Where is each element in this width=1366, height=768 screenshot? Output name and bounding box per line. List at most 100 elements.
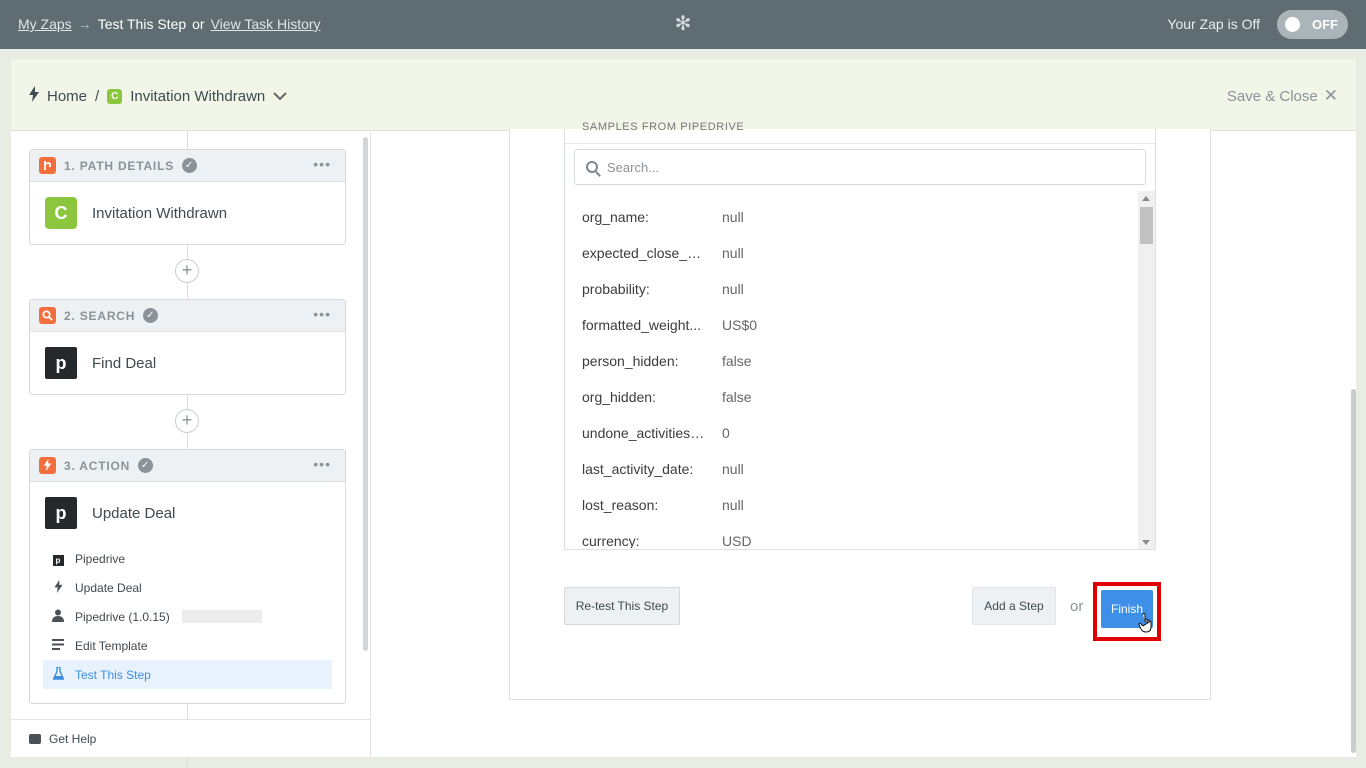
step-number-label: 2. SEARCH: [64, 308, 136, 323]
get-help-button[interactable]: Get Help: [11, 719, 370, 757]
samples-scrollbar[interactable]: [1138, 191, 1155, 549]
field-value: false: [722, 389, 752, 405]
save-close-label: Save & Close: [1226, 87, 1318, 105]
subitem-test-this-step[interactable]: Test This Step: [43, 660, 332, 689]
zap-on-off-toggle[interactable]: OFF: [1277, 10, 1348, 39]
home-link[interactable]: Home: [47, 88, 87, 105]
save-close-button[interactable]: Save & Close ✕: [1227, 86, 1338, 106]
field-key: lost_reason:: [582, 497, 659, 513]
editor-card: Home / C Invitation Withdrawn Save & Clo…: [11, 59, 1356, 768]
path-icon: [39, 157, 56, 174]
step-subitems: p Pipedrive Update Deal Pipedrive (1.0.1…: [30, 544, 345, 703]
add-step-button[interactable]: Add a Step: [972, 587, 1056, 625]
step-card-action[interactable]: 3. ACTION ✓ ••• p Update Deal p Pipedriv…: [29, 449, 346, 704]
sample-row: person_hidden: false: [565, 343, 1138, 379]
zap-name[interactable]: Invitation Withdrawn: [130, 88, 265, 105]
step-number-label: 3. ACTION: [64, 458, 131, 473]
add-step-plus-icon[interactable]: +: [175, 259, 199, 283]
sample-row: undone_activities_... 0: [565, 415, 1138, 451]
field-value: null: [722, 245, 744, 261]
top-breadcrumb: My Zaps → Test This Step or View Task Hi…: [18, 16, 321, 32]
scroll-thumb[interactable]: [1140, 207, 1153, 244]
subitem-edit-template[interactable]: Edit Template: [43, 631, 332, 660]
scroll-down-arrow-icon[interactable]: [1142, 540, 1150, 545]
my-zaps-link[interactable]: My Zaps: [18, 16, 72, 32]
app-c-icon: C: [107, 89, 123, 104]
step-card-search[interactable]: 2. SEARCH ✓ ••• p Find Deal: [29, 299, 346, 395]
sidebar-scrollbar[interactable]: [363, 137, 368, 651]
pipedrive-icon: p: [45, 347, 77, 379]
retest-step-button[interactable]: Re-test This Step: [564, 587, 680, 625]
step-body: p Find Deal: [30, 332, 345, 394]
field-value: null: [722, 209, 744, 225]
sample-row: org_name: null: [565, 199, 1138, 235]
field-key: last_activity_date:: [582, 461, 694, 477]
add-step-plus-icon[interactable]: +: [175, 409, 199, 433]
field-key: expected_close_da...: [582, 245, 705, 261]
person-icon: [51, 609, 65, 625]
sample-row: formatted_weight... US$0: [565, 307, 1138, 343]
bolt-icon: [51, 579, 65, 596]
pipedrive-icon: p: [51, 552, 65, 566]
breadcrumb-separator: /: [95, 88, 100, 105]
step-header: 1. PATH DETAILS ✓: [30, 150, 345, 182]
bolt-icon: [29, 86, 39, 107]
check-icon: ✓: [138, 458, 154, 473]
hand-cursor-icon: [1138, 612, 1154, 638]
field-key: currency:: [582, 533, 640, 548]
chevron-down-icon[interactable]: [273, 90, 287, 104]
field-key: formatted_weight...: [582, 317, 702, 333]
field-value: null: [722, 461, 744, 477]
sample-fields-list: org_name: null expected_close_da... null p…: [565, 199, 1138, 548]
more-options-icon[interactable]: •••: [313, 156, 331, 172]
divider: [565, 143, 1155, 144]
samples-heading: SAMPLES FROM PIPEDRIVE: [582, 121, 745, 133]
scroll-up-arrow-icon[interactable]: [1142, 196, 1150, 201]
app-c-icon: C: [45, 197, 77, 229]
samples-box: SAMPLES FROM PIPEDRIVE org_name:null exp…: [564, 121, 1156, 550]
step-body: C Invitation Withdrawn: [30, 182, 345, 244]
list-icon: [51, 638, 65, 653]
sample-row: last_activity_date: null: [565, 451, 1138, 487]
field-key: person_hidden:: [582, 353, 679, 369]
more-options-icon[interactable]: •••: [313, 456, 331, 472]
search-icon: [586, 161, 598, 173]
close-icon: ✕: [1323, 86, 1338, 105]
subitem-label: Update Deal: [75, 580, 142, 595]
steps-sidebar: 1. PATH DETAILS ✓ ••• C Invitation Withd…: [11, 131, 371, 768]
editor-breadcrumb: Home / C Invitation Withdrawn: [29, 86, 287, 107]
check-icon: ✓: [182, 158, 198, 173]
zap-status-text: Your Zap is Off: [1167, 16, 1260, 32]
search-icon: [39, 307, 56, 324]
view-task-history-link[interactable]: View Task History: [211, 16, 321, 32]
check-icon: ✓: [143, 308, 159, 323]
step-body: p Update Deal: [30, 482, 345, 544]
subitem-update-deal[interactable]: Update Deal: [43, 573, 332, 602]
subitem-account[interactable]: Pipedrive (1.0.15): [43, 602, 332, 631]
step-content-area: SAMPLES FROM PIPEDRIVE org_name:null exp…: [371, 121, 1356, 757]
field-key: org_hidden:: [582, 389, 656, 405]
field-value: USD: [722, 533, 752, 548]
subitem-pipedrive[interactable]: p Pipedrive: [43, 544, 332, 573]
samples-search-box[interactable]: [574, 149, 1146, 185]
step-title: Invitation Withdrawn: [92, 204, 228, 222]
field-value: 0: [722, 425, 730, 441]
field-value: US$0: [722, 317, 758, 333]
field-key: probability:: [582, 281, 650, 297]
sample-row: org_hidden: false: [565, 379, 1138, 415]
main-scrollbar[interactable]: [1351, 389, 1356, 753]
subitem-label: Pipedrive (1.0.15): [75, 609, 170, 624]
step-card-path-details[interactable]: 1. PATH DETAILS ✓ ••• C Invitation Withd…: [29, 149, 346, 245]
more-options-icon[interactable]: •••: [313, 306, 331, 322]
pipedrive-icon: p: [45, 497, 77, 529]
field-value: false: [722, 353, 752, 369]
step-title: Find Deal: [92, 354, 157, 372]
samples-search-input[interactable]: [607, 159, 1107, 175]
asterisk-icon: ✻: [674, 13, 692, 35]
current-step-label: Test This Step: [97, 16, 187, 32]
step-header: 2. SEARCH ✓: [30, 300, 345, 332]
field-key: undone_activities_...: [582, 425, 705, 441]
field-value: null: [722, 497, 744, 513]
toggle-knob: [1285, 17, 1300, 32]
sample-row: probability: null: [565, 271, 1138, 307]
